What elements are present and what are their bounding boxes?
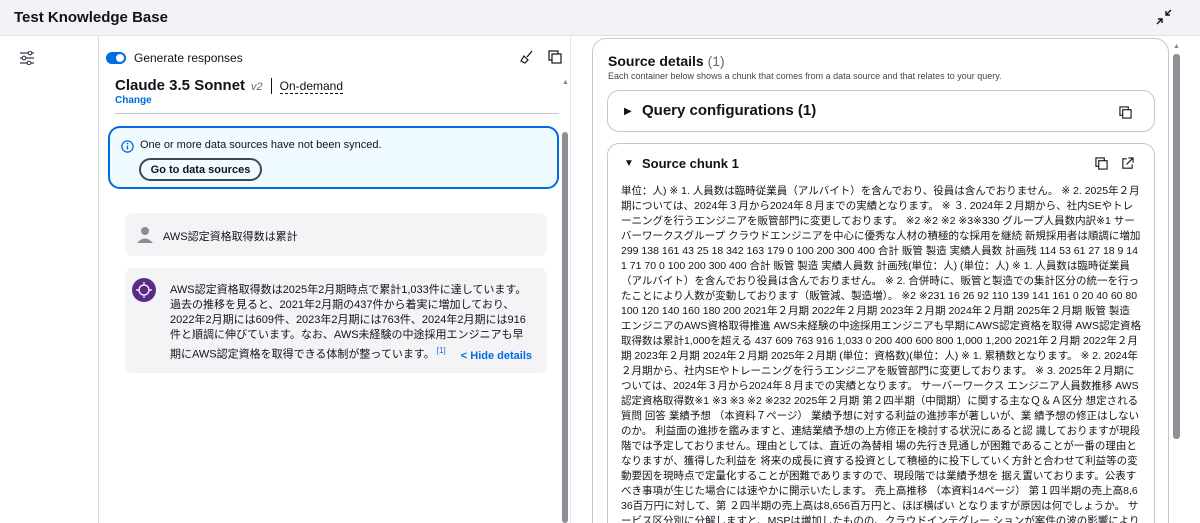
caret-right-icon[interactable]: ▶ (624, 106, 632, 117)
info-icon (121, 140, 134, 153)
source-count: (1) (707, 53, 725, 69)
top-bar: Test Knowledge Base (0, 0, 1200, 36)
chat-scrollbar-thumb[interactable] (562, 132, 568, 523)
chat-scrollbar[interactable]: ▲ (560, 76, 570, 523)
hide-details-link[interactable]: < Hide details (461, 350, 532, 362)
model-divider (270, 77, 272, 94)
query-configurations-section[interactable]: ▶ Query configurations (1) (607, 90, 1155, 132)
copy-icon[interactable] (1095, 157, 1108, 170)
caret-down-icon[interactable]: ▼ (624, 158, 634, 169)
generate-responses-label: Generate responses (134, 51, 243, 65)
chat-panel: Generate responses Claude 3.5 Sonnet v2 … (99, 36, 571, 523)
copy-icon[interactable] (1119, 106, 1132, 119)
external-link-icon[interactable] (1121, 157, 1134, 170)
source-details-description: Each container below shows a chunk that … (608, 71, 1002, 81)
page-title: Test Knowledge Base (14, 9, 168, 26)
copy-icon[interactable] (548, 50, 562, 64)
assistant-avatar-icon (132, 278, 156, 302)
assistant-message: AWS認定資格取得数は2025年2月期時点で累計1,033件に達しています。過去… (125, 268, 547, 373)
model-version: v2 (251, 81, 263, 93)
source-details-panel: Source details (1) Each container below … (592, 38, 1169, 523)
model-name: Claude 3.5 Sonnet (115, 77, 246, 94)
source-chunk-label[interactable]: Source chunk 1 (642, 156, 739, 171)
source-details-title: Source details (608, 53, 704, 69)
citation-link[interactable]: [1] (437, 346, 446, 355)
source-chunk-section: ▼ Source chunk 1 単位：人) ※ 1. 人員数は臨時従業員（アル… (607, 143, 1155, 523)
collapse-icon[interactable] (1156, 9, 1172, 25)
user-message-text: AWS認定資格取得数は累計 (163, 231, 298, 243)
source-scrollbar-thumb[interactable] (1173, 54, 1180, 439)
change-model-link[interactable]: Change (115, 95, 152, 106)
query-configurations-label[interactable]: Query configurations (1) (642, 102, 816, 119)
scroll-up-icon[interactable]: ▲ (1173, 43, 1180, 50)
divider (115, 113, 559, 114)
source-chunk-text: 単位：人) ※ 1. 人員数は臨時従業員（アルバイト）を含んでおり、役員は含んで… (621, 185, 1141, 523)
source-details-heading: Source details (1) (608, 53, 725, 69)
source-scrollbar[interactable]: ▲ (1170, 40, 1182, 523)
scroll-up-icon[interactable]: ▲ (562, 79, 569, 86)
sync-alert-message: One or more data sources have not been s… (140, 139, 382, 151)
sync-alert: One or more data sources have not been s… (108, 126, 559, 189)
sidebar (0, 36, 99, 523)
user-avatar-icon (137, 227, 153, 243)
chat-toolbar (520, 50, 562, 64)
model-selector: Claude 3.5 Sonnet v2 On-demand (115, 77, 344, 94)
generate-responses-toggle[interactable] (106, 52, 126, 64)
broom-icon[interactable] (520, 50, 534, 64)
user-message: AWS認定資格取得数は累計 (125, 213, 547, 256)
sliders-icon[interactable] (19, 51, 35, 65)
go-to-data-sources-button[interactable]: Go to data sources (139, 158, 262, 181)
generate-responses-row: Generate responses (106, 50, 243, 66)
throughput-mode[interactable]: On-demand (279, 79, 344, 94)
